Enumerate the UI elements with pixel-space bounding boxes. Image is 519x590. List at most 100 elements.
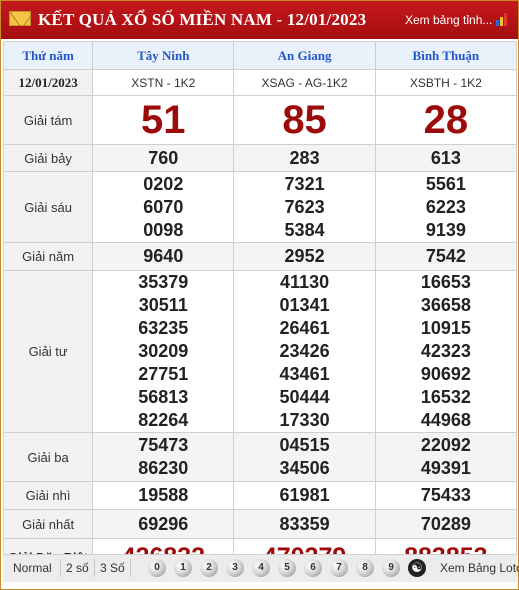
prize-label: Giải nhất [2,509,94,539]
header-bar: KẾT QUẢ XỔ SỐ MIỀN NAM - 12/01/2023 Xem … [1,1,518,39]
prize-number: 23426 [279,341,330,361]
prize-number: 01341 [279,295,330,315]
prize-label: Giải nhì [2,481,94,510]
prize-number: 69296 [138,513,189,534]
province-code: XSAG - AG-1K2 [233,69,376,96]
digit-filter-4[interactable]: 4 [252,559,270,577]
prize-cell: 7321 7623 5384 [233,171,376,243]
prize-number: 41130 [280,272,330,292]
prize-number: 27751 [138,364,189,384]
draw-date: 12/01/2023 [2,69,94,96]
page-title: KẾT QUẢ XỔ SỐ MIỀN NAM - 12/01/2023 [38,10,367,29]
prize-cell: 5561 6223 9139 [374,171,518,243]
prize-number: 22092 [420,435,471,455]
divider [94,559,95,577]
prize-number: 56813 [138,387,189,407]
prize-number: 50444 [279,387,330,407]
bar-chart-icon[interactable] [496,13,510,26]
prize-number: 760 [148,147,179,168]
digit-filter-9[interactable]: 9 [382,559,400,577]
prize-number: 30209 [138,341,189,361]
prize-number: 9640 [143,246,184,266]
prize-number: 5384 [284,219,325,240]
province-link-tay-ninh[interactable]: Tây Ninh [92,41,235,70]
prize-number: 26461 [279,318,330,338]
digit-filter-3[interactable]: 3 [226,559,244,577]
prize-number: 63235 [138,318,189,338]
view-loto-link[interactable]: Xem Bảng Loto [440,561,519,575]
envelope-icon [9,11,31,26]
prize-row: Giải tám 51 85 28 [2,95,518,145]
yin-yang-icon[interactable]: ☯ [408,559,426,577]
prize-cell: 70289 [374,509,518,539]
prize-number: 10915 [420,318,471,338]
prize-label: Giải sáu [2,171,94,243]
prize-number: 16653 [420,272,471,292]
prize-cell: 83359 [233,509,376,539]
prize-number: 6070 [143,196,184,217]
digit-filter-6[interactable]: 6 [304,559,322,577]
prize-number: 5561 [425,173,466,194]
prize-number: 82264 [138,410,189,430]
prize-cell: 19588 [92,481,235,510]
province-link-an-giang[interactable]: An Giang [233,41,376,70]
prize-label: Giải tư [2,270,94,433]
prize-number: 90692 [420,364,471,384]
digit-filter-0[interactable]: 0 [148,559,166,577]
option-3-digits[interactable]: 3 Số [100,561,125,575]
prize-cell: 16653 36658 10915 42323 90692 16532 44968 [374,270,518,433]
prize-cell: 760 [92,144,235,172]
prize-number: 7542 [425,246,466,266]
digit-filter-5[interactable]: 5 [278,559,296,577]
option-2-digits[interactable]: 2 số [66,561,89,575]
digit-filter-1[interactable]: 1 [174,559,192,577]
results-table: Thứ năm Tây Ninh An Giang Bình Thuận 12/… [2,41,518,576]
prize-label: Giải năm [2,242,94,271]
prize-row: Giải bảy 760 283 613 [2,144,518,172]
prize-number: 36658 [420,295,471,315]
prize-cell: 51 [92,95,235,145]
prize-number: 86230 [138,458,189,478]
prize-number: 0098 [143,219,184,240]
digit-filter-7[interactable]: 7 [330,559,348,577]
prize-cell: 613 [374,144,518,172]
option-normal[interactable]: Normal [13,561,52,575]
prize-number: 283 [289,147,320,168]
prize-cell: 2952 [233,242,376,271]
province-link-binh-thuan[interactable]: Bình Thuận [374,41,518,70]
prize-cell: 41130 01341 26461 23426 43461 50444 17330 [233,270,376,433]
view-province-link[interactable]: Xem bảng tỉnh... [405,13,492,27]
prize-row: Giải nhất 69296 83359 70289 [2,509,518,539]
prize-cell: 7542 [374,242,518,271]
prize-number: 61981 [279,485,330,505]
footer-toolbar: Normal 2 số 3 Số 0123456789 ☯ Xem Bảng L… [3,554,519,582]
day-label: Thứ năm [2,41,94,70]
prize-cell: 04515 34506 [233,432,376,482]
prize-number: 75433 [420,485,471,505]
prize-cell: 22092 49391 [374,432,518,482]
prize-number: 30511 [138,295,188,315]
prize-cell: 75433 [374,481,518,510]
prize-label: Giải tám [2,95,94,145]
prize-label: Giải ba [2,432,94,482]
divider [60,559,61,577]
digit-filter-2[interactable]: 2 [200,559,218,577]
prize-cell: 0202 6070 0098 [92,171,235,243]
prize-number: 28 [423,98,469,142]
prize-number: 17330 [279,410,330,430]
prize-row: Giải nhì 19588 61981 75433 [2,481,518,510]
divider [130,559,131,577]
prize-number: 7321 [284,173,325,194]
prize-number: 85 [282,98,327,142]
prize-row: Giải năm 9640 2952 7542 [2,242,518,271]
prize-label: Giải bảy [2,144,94,172]
prize-number: 613 [430,147,461,168]
digit-filter-8[interactable]: 8 [356,559,374,577]
prize-row: Giải sáu 0202 6070 0098 7321 7623 5384 5561 6223… [2,171,518,243]
prize-number: 70289 [420,513,471,534]
prize-number: 7623 [284,196,325,217]
prize-row: Giải ba 75473 86230 04515 34506 22092 49391 [2,432,518,482]
province-code: XSBTH - 1K2 [374,69,518,96]
prize-cell: 75473 86230 [92,432,235,482]
province-code: XSTN - 1K2 [92,69,235,96]
